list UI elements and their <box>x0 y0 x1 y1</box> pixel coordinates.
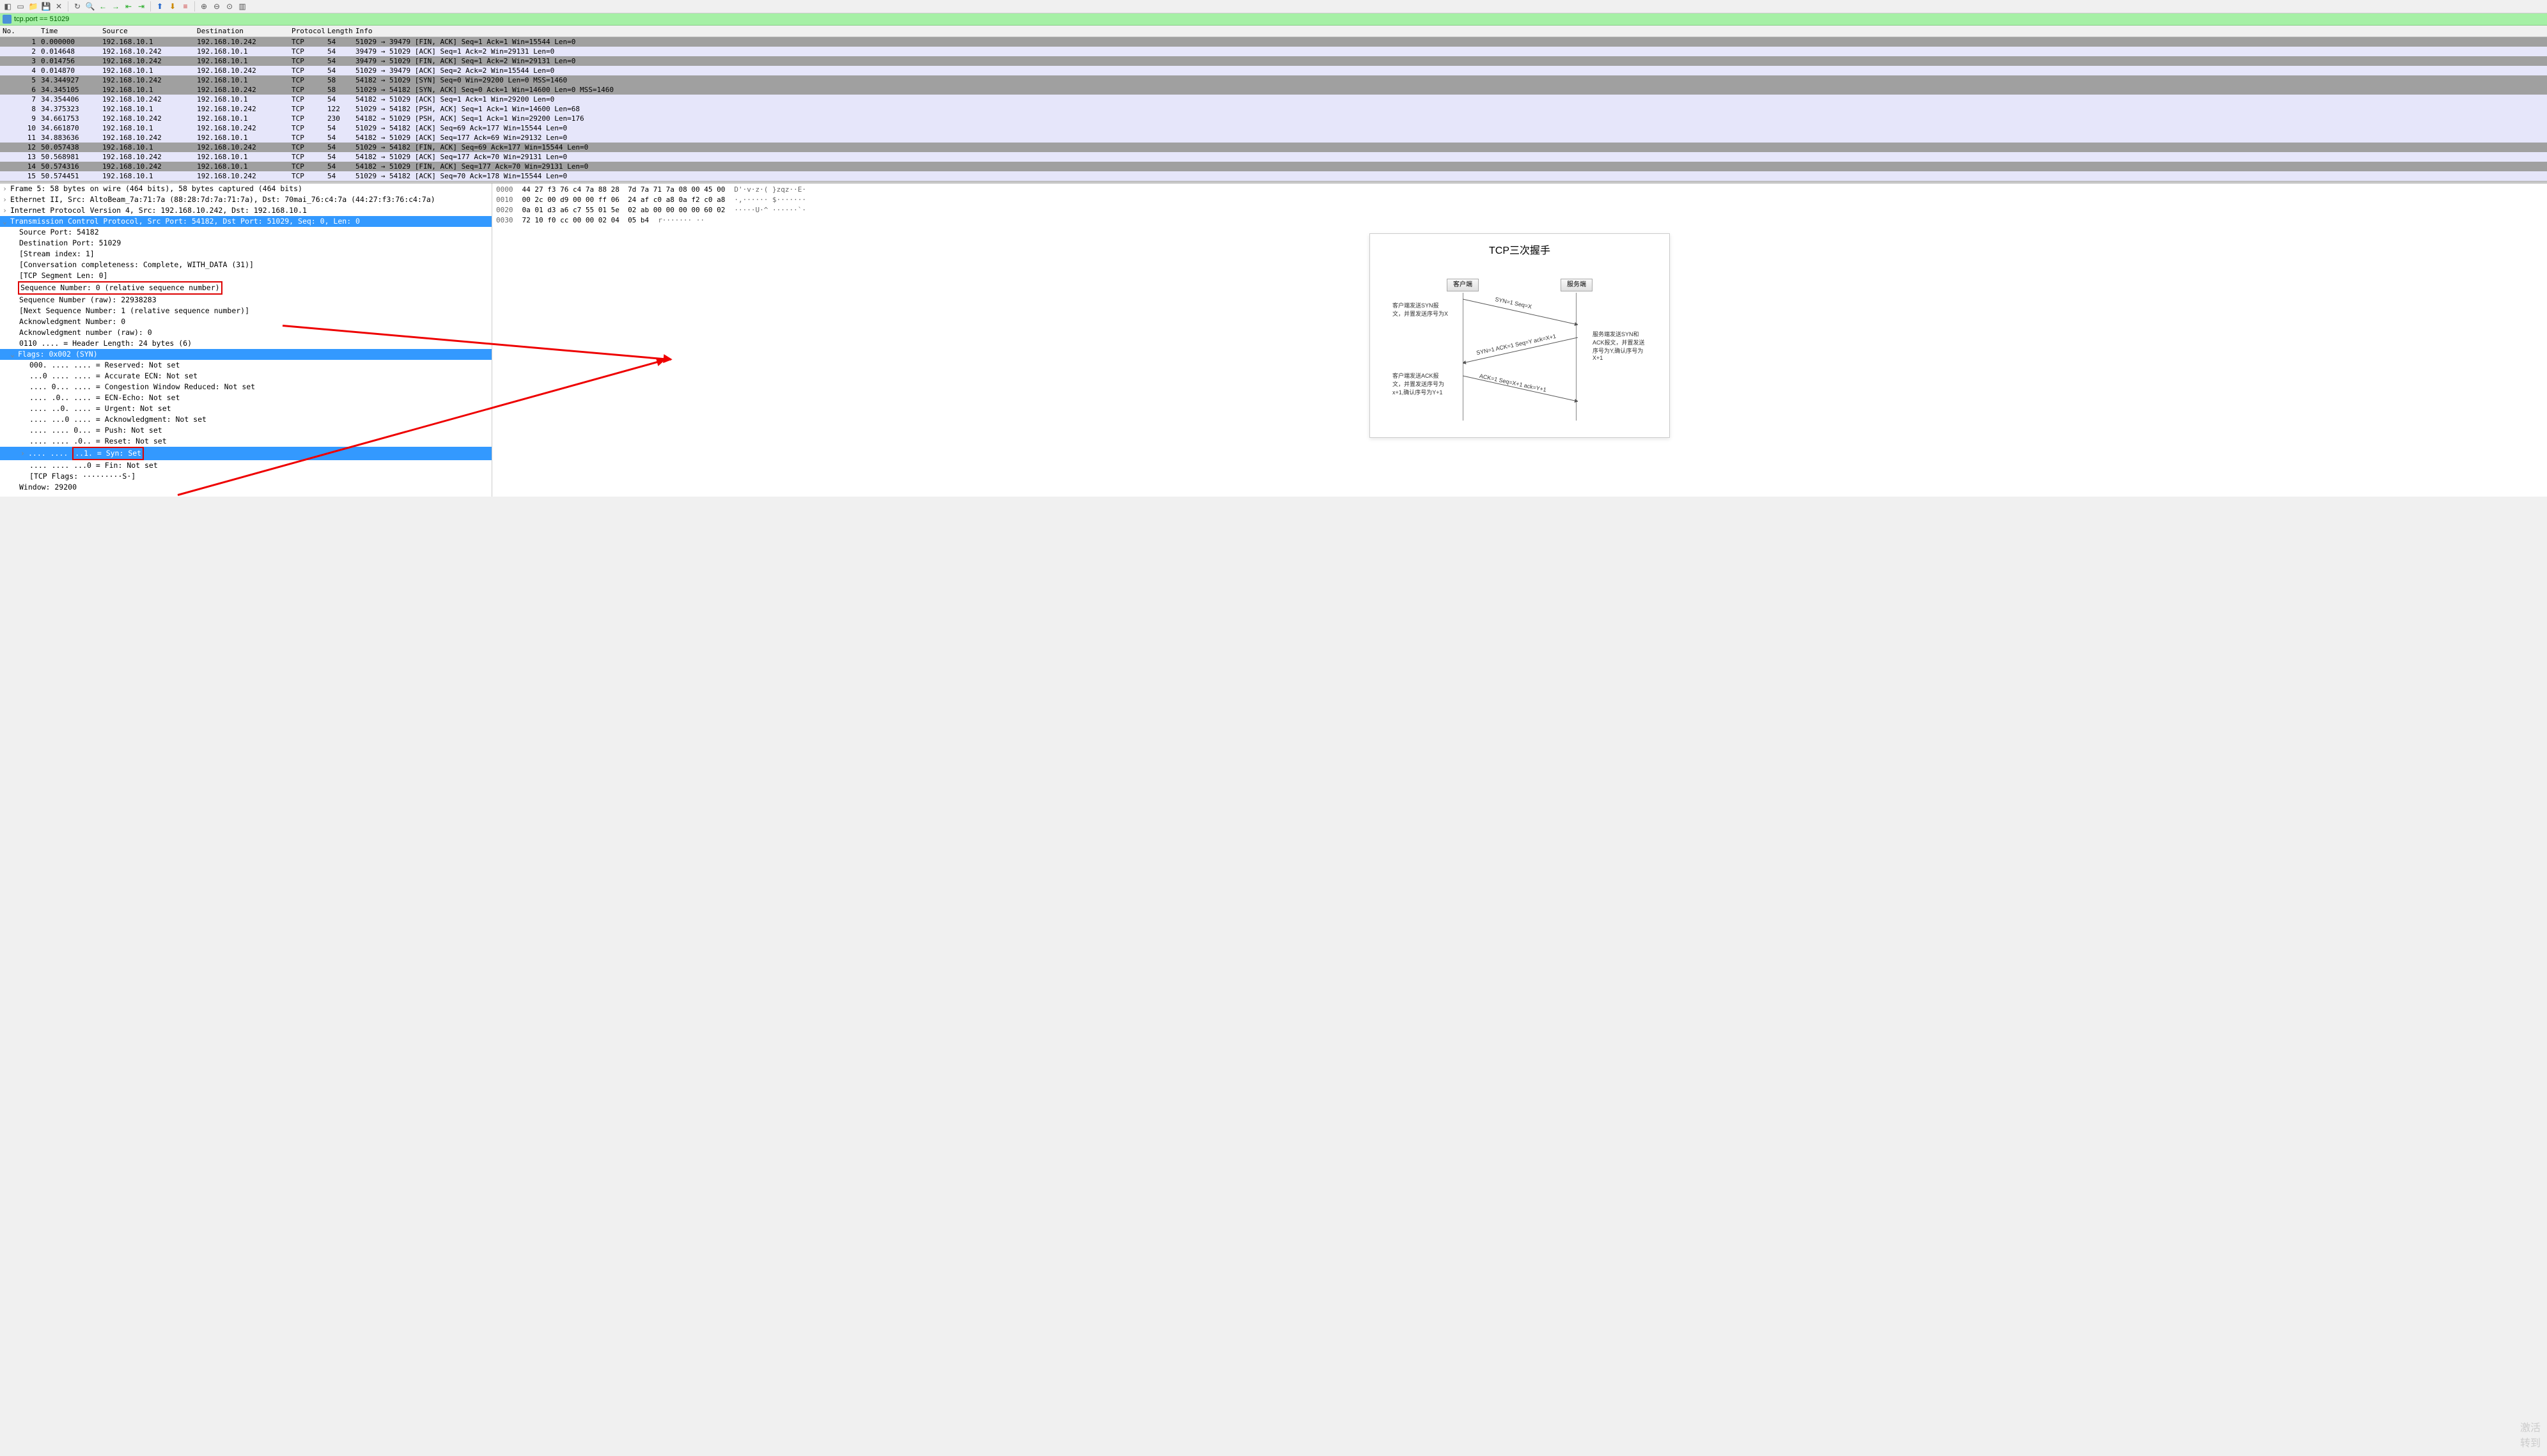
diagram-title: TCP三次握手 <box>1370 234 1669 265</box>
packet-list-pane: No. Time Source Destination Protocol Len… <box>0 26 2547 181</box>
packet-row[interactable]: 1350.568981192.168.10.242192.168.10.1TCP… <box>0 152 2547 162</box>
tree-flags[interactable]: ⌄Flags: 0x002 (SYN) <box>0 349 492 360</box>
seq-num-highlight-box: Sequence Number: 0 (relative sequence nu… <box>18 281 222 295</box>
columns-icon[interactable]: ▥ <box>237 1 247 12</box>
tree-flag-urg[interactable]: .... ..0. .... = Urgent: Not set <box>0 403 492 414</box>
save-icon[interactable]: 💾 <box>41 1 51 12</box>
diagram-client-box: 客户端 <box>1447 279 1479 291</box>
up-icon[interactable]: ⬆ <box>155 1 165 12</box>
tree-flag-rst[interactable]: .... .... .0.. = Reset: Not set <box>0 436 492 447</box>
packet-list-header: No. Time Source Destination Protocol Len… <box>0 26 2547 37</box>
syn-flag-highlight-box: ..1. = Syn: Set <box>72 447 144 460</box>
arrow-left-icon[interactable]: ← <box>98 1 108 12</box>
tree-dst-port[interactable]: Destination Port: 51029 <box>0 238 492 249</box>
tree-flag-ack[interactable]: .... ...0 .... = Acknowledgment: Not set <box>0 414 492 425</box>
tree-flag-cwr[interactable]: .... 0... .... = Congestion Window Reduc… <box>0 382 492 392</box>
packet-row[interactable]: 734.354406192.168.10.242192.168.10.1TCP5… <box>0 95 2547 104</box>
file-icon[interactable]: ◧ <box>3 1 13 12</box>
packet-row[interactable]: 534.344927192.168.10.242192.168.10.1TCP5… <box>0 75 2547 85</box>
hex-row[interactable]: 000044 27 f3 76 c4 7a 88 28 7d 7a 71 7a … <box>496 185 2543 195</box>
tree-conv-complete[interactable]: [Conversation completeness: Complete, WI… <box>0 259 492 270</box>
col-dest[interactable]: Destination <box>194 26 289 36</box>
tree-flag-reserved[interactable]: 000. .... .... = Reserved: Not set <box>0 360 492 371</box>
packet-row[interactable]: 934.661753192.168.10.242192.168.10.1TCP2… <box>0 114 2547 123</box>
tree-ethernet[interactable]: ›Ethernet II, Src: AltoBeam_7a:71:7a (88… <box>0 194 492 205</box>
packet-row[interactable]: 1550.574451192.168.10.1192.168.10.242TCP… <box>0 171 2547 181</box>
hex-row[interactable]: 00200a 01 d3 a6 c7 55 01 5e 02 ab 00 00 … <box>496 205 2543 215</box>
arrow-right-icon[interactable]: → <box>111 1 121 12</box>
zoom-out-icon[interactable]: ⊖ <box>212 1 222 12</box>
tcp-handshake-diagram: TCP三次握手 客户端 服务端 客户端发送SYN报文，并置发送序号为X SYN=… <box>1369 233 1670 438</box>
col-source[interactable]: Source <box>100 26 194 36</box>
col-len[interactable]: Length <box>325 26 353 36</box>
blank-icon[interactable]: ▭ <box>15 1 26 12</box>
packet-row[interactable]: 1250.057438192.168.10.1192.168.10.242TCP… <box>0 143 2547 152</box>
packet-row[interactable]: 30.014756192.168.10.242192.168.10.1TCP54… <box>0 56 2547 66</box>
display-filter-bar <box>0 13 2547 26</box>
tree-hdr-len[interactable]: 0110 .... = Header Length: 24 bytes (6) <box>0 338 492 349</box>
packet-bytes-pane[interactable]: 000044 27 f3 76 c4 7a 88 28 7d 7a 71 7a … <box>492 183 2547 227</box>
packet-row[interactable]: 20.014648192.168.10.242192.168.10.1TCP54… <box>0 47 2547 56</box>
skip-start-icon[interactable]: ⇤ <box>123 1 134 12</box>
tree-ip[interactable]: ›Internet Protocol Version 4, Src: 192.1… <box>0 205 492 216</box>
tree-next-seq[interactable]: [Next Sequence Number: 1 (relative seque… <box>0 306 492 316</box>
packet-details-pane[interactable]: ›Frame 5: 58 bytes on wire (464 bits), 5… <box>0 183 492 497</box>
packet-row[interactable]: 40.014870192.168.10.1192.168.10.242TCP54… <box>0 66 2547 75</box>
tree-tcp[interactable]: ⌄Transmission Control Protocol, Src Port… <box>0 216 492 227</box>
display-filter-input[interactable] <box>14 15 2544 23</box>
tree-seg-len[interactable]: [TCP Segment Len: 0] <box>0 270 492 281</box>
main-toolbar: ◧ ▭ 📁 💾 ✕ ↻ 🔍 ← → ⇤ ⇥ ⬆ ⬇ ≡ ⊕ ⊖ ⊙ ▥ <box>0 0 2547 13</box>
col-no[interactable]: No. <box>0 26 38 36</box>
windows-activation-watermark: 激活转到 <box>2520 1419 2541 1450</box>
col-info[interactable]: Info <box>353 26 2547 36</box>
tree-flag-ece[interactable]: .... .0.. .... = ECN-Echo: Not set <box>0 392 492 403</box>
tree-flag-syn[interactable]: ›.... .... ..1. = Syn: Set <box>0 447 492 460</box>
hex-row[interactable]: 001000 2c 00 d9 00 00 ff 06 24 af c0 a8 … <box>496 195 2543 205</box>
zoom-in-icon[interactable]: ⊕ <box>199 1 209 12</box>
diagram-note-2: 服务端发送SYN和ACK报文，并置发送序号为Y,确认序号为X+1 <box>1593 330 1650 361</box>
search-icon[interactable]: 🔍 <box>85 1 95 12</box>
close-icon[interactable]: ✕ <box>54 1 64 12</box>
diagram-server-box: 服务端 <box>1561 279 1593 291</box>
down-icon[interactable]: ⬇ <box>167 1 178 12</box>
diagram-note-3: 客户端发送ACK报文，并置发送序号为x+1,确认序号为Y+1 <box>1392 371 1450 396</box>
packet-row[interactable]: 834.375323192.168.10.1192.168.10.242TCP1… <box>0 104 2547 114</box>
tree-seq-num[interactable]: Sequence Number: 0 (relative sequence nu… <box>0 281 492 295</box>
packet-row[interactable]: 10.000000192.168.10.1192.168.10.242TCP54… <box>0 37 2547 47</box>
packet-row[interactable]: 1134.883636192.168.10.242192.168.10.1TCP… <box>0 133 2547 143</box>
tree-window[interactable]: Window: 29200 <box>0 482 492 493</box>
packet-row[interactable]: 1450.574316192.168.10.242192.168.10.1TCP… <box>0 162 2547 171</box>
tree-src-port[interactable]: Source Port: 54182 <box>0 227 492 238</box>
list-icon[interactable]: ≡ <box>180 1 191 12</box>
zoom-fit-icon[interactable]: ⊙ <box>224 1 235 12</box>
tree-stream-index[interactable]: [Stream index: 1] <box>0 249 492 259</box>
diagram-area: TCP三次握手 客户端 服务端 客户端发送SYN报文，并置发送序号为X SYN=… <box>492 227 2547 497</box>
hex-row[interactable]: 003072 10 f0 cc 00 00 02 04 05 b4r······… <box>496 215 2543 226</box>
packet-row[interactable]: 634.345105192.168.10.1192.168.10.242TCP5… <box>0 85 2547 95</box>
col-proto[interactable]: Protocol <box>289 26 325 36</box>
folder-icon[interactable]: 📁 <box>28 1 38 12</box>
tree-flag-aecn[interactable]: ...0 .... .... = Accurate ECN: Not set <box>0 371 492 382</box>
tree-frame[interactable]: ›Frame 5: 58 bytes on wire (464 bits), 5… <box>0 183 492 194</box>
tree-flag-fin[interactable]: .... .... ...0 = Fin: Not set <box>0 460 492 471</box>
reload-icon[interactable]: ↻ <box>72 1 82 12</box>
tree-ack-num[interactable]: Acknowledgment Number: 0 <box>0 316 492 327</box>
col-time[interactable]: Time <box>38 26 100 36</box>
tree-seq-raw[interactable]: Sequence Number (raw): 22938283 <box>0 295 492 306</box>
diagram-note-1: 客户端发送SYN报文，并置发送序号为X <box>1392 301 1450 318</box>
skip-end-icon[interactable]: ⇥ <box>136 1 146 12</box>
diagram-arrows-svg <box>1463 293 1578 421</box>
bookmark-icon[interactable] <box>3 15 12 24</box>
packet-row[interactable]: 1034.661870192.168.10.1192.168.10.242TCP… <box>0 123 2547 133</box>
